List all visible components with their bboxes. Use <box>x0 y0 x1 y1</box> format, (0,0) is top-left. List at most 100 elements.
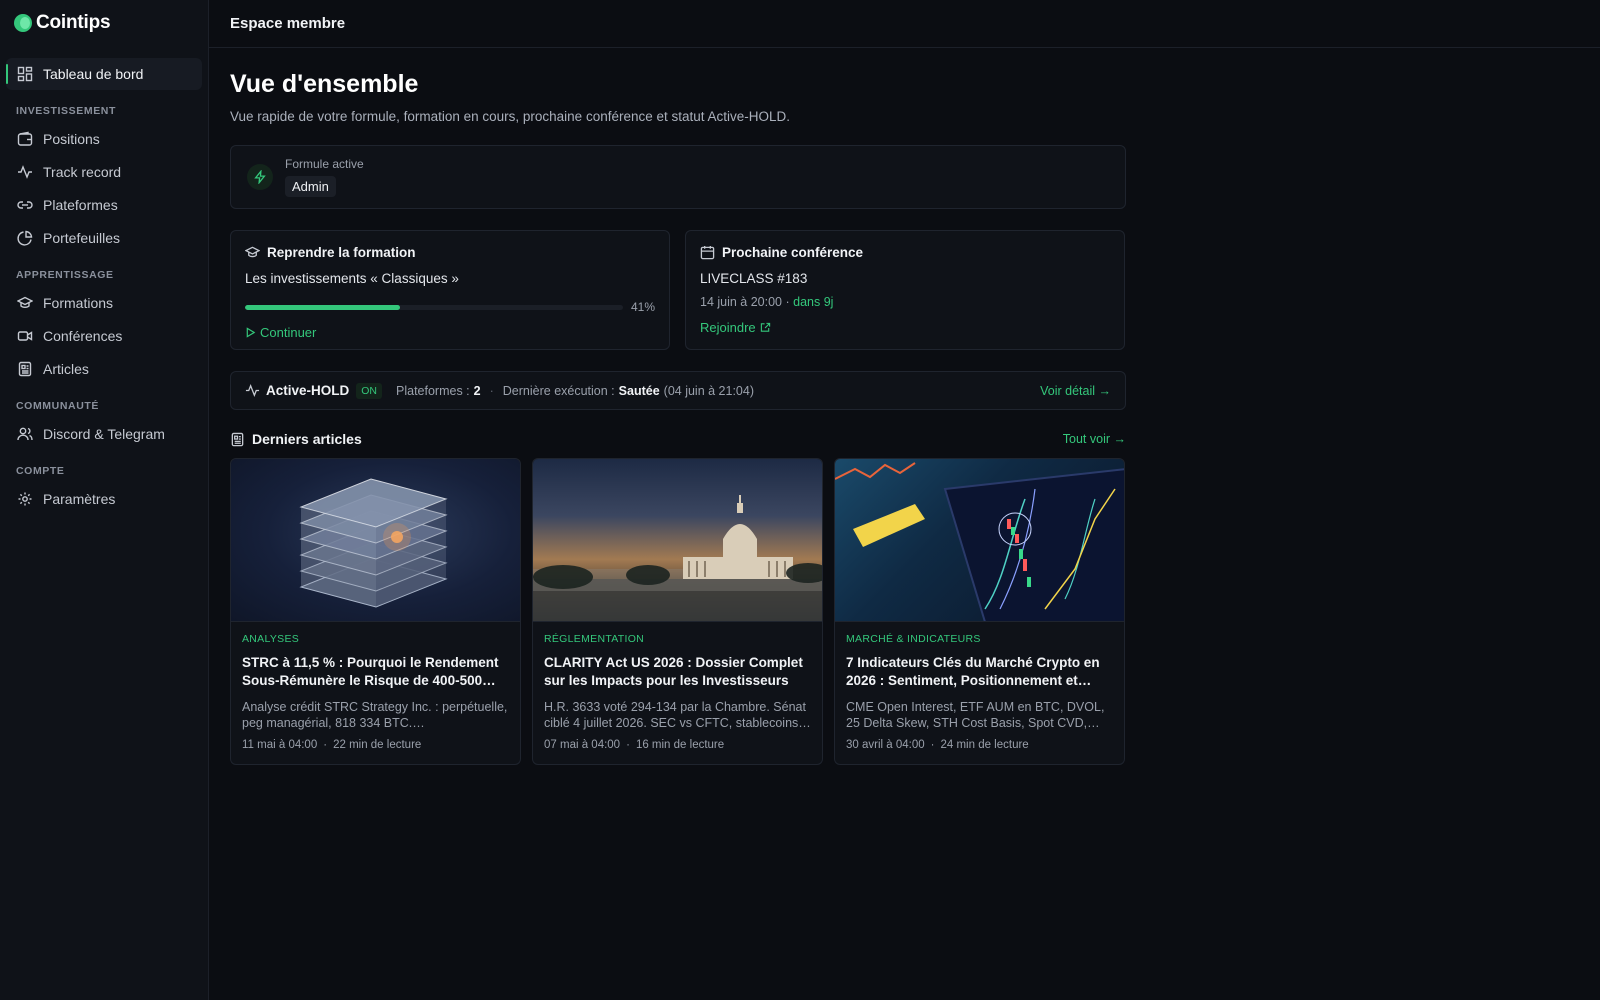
article-card[interactable]: ANALYSES STRC à 11,5 % : Pourquoi le Ren… <box>230 458 521 765</box>
sidebar-item-label: Portefeuilles <box>43 230 121 246</box>
sidebar-section-title: APPRENTISSAGE <box>16 269 114 281</box>
view-detail-link[interactable]: Voir détail → <box>1040 384 1111 398</box>
articles-header: Derniers articles Tout voir → <box>230 431 1126 447</box>
training-card-title: Reprendre la formation <box>267 245 416 260</box>
activity-icon <box>245 384 260 397</box>
conference-meta: 14 juin à 20:00 · dans 9j <box>700 295 1110 309</box>
sidebar-section-title: COMMUNAUTÉ <box>16 400 99 412</box>
conference-card: Prochaine conférence LIVECLASS #183 14 j… <box>685 230 1125 350</box>
topbar: Espace membre <box>209 0 1600 48</box>
sidebar-item-label: Paramètres <box>43 491 116 507</box>
last-execution-date: (04 juin à 21:04) <box>663 383 754 398</box>
formula-badge: Admin <box>285 176 336 197</box>
article-excerpt: H.R. 3633 voté 294-134 par la Chambre. S… <box>544 700 811 730</box>
article-date: 11 mai à 04:00 <box>242 739 318 751</box>
training-course-name[interactable]: Les investissements « Classiques » <box>245 271 655 286</box>
graduation-cap-icon <box>245 246 260 258</box>
last-execution-value: Sautée <box>618 383 660 398</box>
sidebar-item-articles[interactable]: Articles <box>6 353 202 385</box>
progress-percent: 41% <box>630 300 655 314</box>
wallet-icon <box>17 131 33 146</box>
meta-separator: · <box>930 739 935 751</box>
meta-separator: · <box>626 739 630 751</box>
sidebar-item-platforms[interactable]: Plateformes <box>6 189 202 221</box>
see-all-link[interactable]: Tout voir → <box>1063 432 1126 446</box>
join-button[interactable]: Rejoindre <box>700 320 1110 335</box>
page-title: Vue d'ensemble <box>230 70 419 98</box>
sidebar-item-portfolios[interactable]: Portefeuilles <box>6 222 202 254</box>
active-hold-title: Active-HOLD <box>266 383 350 398</box>
sidebar-nav: Tableau de bord INVESTISSEMENT Positions… <box>0 46 208 515</box>
article-title[interactable]: STRC à 11,5 % : Pourquoi le Rendement So… <box>242 654 509 690</box>
meta-separator: · <box>323 739 328 751</box>
sidebar-item-discord-telegram[interactable]: Discord & Telegram <box>6 418 202 450</box>
meta-separator: · <box>489 383 494 398</box>
article-date: 30 avril à 04:00 <box>846 739 925 751</box>
brand-name: Cointips <box>36 12 111 33</box>
sidebar-section-title: INVESTISSEMENT <box>16 105 116 117</box>
training-card: Reprendre la formation Les investissemen… <box>230 230 670 350</box>
calendar-icon <box>700 245 715 260</box>
platforms-label: Plateformes : <box>396 383 470 398</box>
conference-date: 14 juin à 20:00 <box>700 295 783 309</box>
sidebar-item-conferences[interactable]: Conférences <box>6 320 202 352</box>
conference-name: LIVECLASS #183 <box>700 271 808 286</box>
article-title[interactable]: 7 Indicateurs Clés du Marché Crypto en 2… <box>846 654 1113 690</box>
brand-logo-icon <box>14 14 32 32</box>
article-meta: 30 avril à 04:00 · 24 min de lecture <box>846 739 1113 751</box>
gear-icon <box>18 492 32 506</box>
glass-layers-image <box>299 478 448 608</box>
sidebar-item-label: Track record <box>43 164 122 180</box>
bolt-icon <box>247 164 273 190</box>
pie-chart-icon <box>17 230 33 246</box>
article-card[interactable]: MARCHÉ & INDICATEURS 7 Indicateurs Clés … <box>834 458 1125 765</box>
graduation-cap-icon <box>17 296 33 309</box>
meta-separator: · <box>785 295 790 309</box>
summary-row: Reprendre la formation Les investissemen… <box>230 230 1126 350</box>
sidebar-item-label: Discord & Telegram <box>43 426 165 442</box>
sidebar-item-positions[interactable]: Positions <box>6 123 202 155</box>
article-excerpt: CME Open Interest, ETF AUM en BTC, DVOL,… <box>846 700 1105 730</box>
sidebar-item-label: Articles <box>43 361 89 377</box>
articles-title: Derniers articles <box>252 431 362 447</box>
active-hold-bar: Active-HOLD ON Plateformes : 2 · Dernièr… <box>230 371 1126 410</box>
conference-card-title: Prochaine conférence <box>722 245 864 260</box>
conference-countdown: dans 9j <box>793 295 834 309</box>
article-thumbnail <box>533 459 822 622</box>
article-title[interactable]: CLARITY Act US 2026 : Dossier Complet su… <box>544 654 811 690</box>
article-thumbnail <box>835 459 1124 622</box>
article-read-time: 22 min de lecture <box>333 739 422 751</box>
link-icon <box>17 201 33 209</box>
active-formula-card: Formule active Admin <box>230 145 1126 209</box>
continue-button[interactable]: Continuer <box>245 325 655 340</box>
sidebar-item-label: Plateformes <box>43 197 118 213</box>
newspaper-icon <box>231 432 244 446</box>
continue-label: Continuer <box>260 325 317 340</box>
page-subtitle: Vue rapide de votre formule, formation e… <box>230 109 791 124</box>
article-meta: 11 mai à 04:00 · 22 min de lecture <box>242 739 509 751</box>
play-icon <box>246 327 256 338</box>
sidebar-item-track-record[interactable]: Track record <box>6 156 202 188</box>
newspaper-icon <box>18 361 32 377</box>
article-read-time: 24 min de lecture <box>940 739 1029 751</box>
article-excerpt: Analyse crédit STRC Strategy Inc. : perp… <box>242 700 508 730</box>
brand[interactable]: Cointips <box>0 0 208 46</box>
sidebar-item-settings[interactable]: Paramètres <box>6 483 202 515</box>
main-content: Vue d'ensemble Vue rapide de votre formu… <box>230 48 1126 765</box>
article-date: 07 mai à 04:00 <box>544 739 621 751</box>
platforms-count: 2 <box>473 383 481 398</box>
sidebar-item-formations[interactable]: Formations <box>6 287 202 319</box>
formula-label: Formule active <box>285 157 364 171</box>
activity-icon <box>18 165 32 179</box>
articles-grid: ANALYSES STRC à 11,5 % : Pourquoi le Ren… <box>230 458 1126 765</box>
dashboard-icon <box>17 66 33 82</box>
article-card[interactable]: RÉGLEMENTATION CLARITY Act US 2026 : Dos… <box>532 458 823 765</box>
external-link-icon <box>760 322 770 332</box>
sidebar-item-label: Conférences <box>43 328 123 344</box>
trading-tablet-image <box>835 462 1124 621</box>
sidebar-item-dashboard[interactable]: Tableau de bord <box>6 58 202 90</box>
sidebar-item-label: Tableau de bord <box>43 66 144 82</box>
capitol-building-image <box>533 495 822 621</box>
sidebar-section-title: COMPTE <box>16 465 65 477</box>
sidebar-item-label: Positions <box>43 131 100 147</box>
